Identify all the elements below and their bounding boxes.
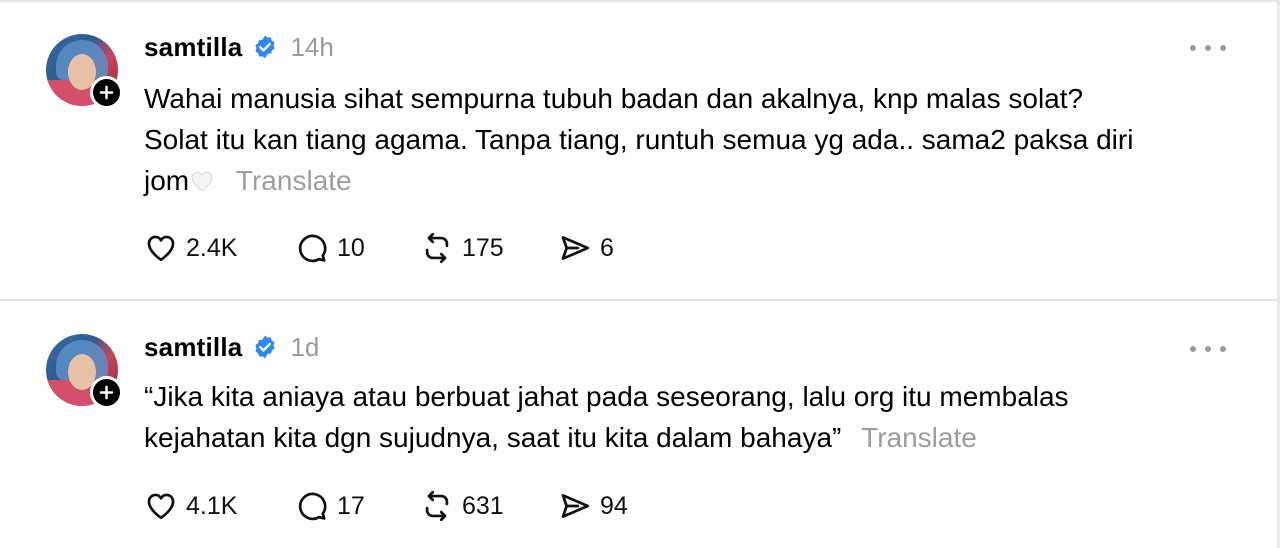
share-button[interactable]: 94 <box>558 489 628 523</box>
reply-count: 10 <box>337 233 365 262</box>
post-text-line: kejahatan kita dgn sujudnya, saat itu ki… <box>144 422 842 453</box>
like-count: 4.1K <box>186 491 238 520</box>
send-icon <box>561 494 590 518</box>
post-actions: 2.4K 10 175 6 <box>144 230 614 266</box>
post-text-line: jom <box>144 165 190 196</box>
verified-badge-icon <box>255 335 276 359</box>
comment-bubble-icon <box>298 492 327 521</box>
follow-button[interactable] <box>90 76 123 109</box>
white-heart-emoji <box>191 171 213 192</box>
threads-feed: samtilla 14h Wahai manusia sihat sempurn… <box>0 0 1280 548</box>
more-options-icon[interactable] <box>1190 42 1226 54</box>
avatar-container[interactable] <box>46 34 123 110</box>
translate-link[interactable]: Translate <box>861 422 977 453</box>
repost-button[interactable]: 175 <box>420 231 558 265</box>
post-text-last-line: kejahatan kita dgn sujudnya, saat itu ki… <box>144 417 1244 458</box>
post-timestamp[interactable]: 1d <box>290 332 319 363</box>
repost-icon <box>425 232 449 264</box>
reply-button[interactable]: 10 <box>295 231 420 265</box>
heart-icon <box>147 493 175 520</box>
post-card[interactable]: samtilla 14h Wahai manusia sihat sempurn… <box>0 0 1277 300</box>
verified-badge-icon <box>255 35 276 59</box>
repost-button[interactable]: 631 <box>420 489 558 523</box>
share-button[interactable]: 6 <box>558 231 614 265</box>
comment-bubble-icon <box>298 234 327 263</box>
repost-count: 175 <box>462 233 504 262</box>
like-button[interactable]: 4.1K <box>144 489 295 523</box>
heart-icon <box>147 235 175 262</box>
repost-count: 631 <box>462 491 504 520</box>
send-icon <box>561 236 590 260</box>
post-header: samtilla 14h <box>144 30 334 64</box>
like-count: 2.4K <box>186 233 238 262</box>
post-text: Wahai manusia sihat sempurna tubuh badan… <box>144 78 1244 201</box>
plus-icon <box>99 385 114 400</box>
repost-icon <box>425 490 449 522</box>
avatar-container[interactable] <box>46 334 123 410</box>
follow-button[interactable] <box>90 376 123 409</box>
share-count: 94 <box>600 491 628 520</box>
post-text-line: Solat itu kan tiang agama. Tanpa tiang, … <box>144 124 1134 155</box>
post-text-line: “Jika kita aniaya atau berbuat jahat pad… <box>144 381 1069 412</box>
post-header: samtilla 1d <box>144 330 319 364</box>
more-options-icon[interactable] <box>1190 343 1226 355</box>
reply-button[interactable]: 17 <box>295 489 420 523</box>
username[interactable]: samtilla <box>144 332 242 363</box>
post-text: “Jika kita aniaya atau berbuat jahat pad… <box>144 376 1244 458</box>
post-card[interactable]: samtilla 1d “Jika kita aniaya atau berbu… <box>0 301 1277 548</box>
like-button[interactable]: 2.4K <box>144 231 295 265</box>
reply-count: 17 <box>337 491 365 520</box>
username[interactable]: samtilla <box>144 32 242 63</box>
share-count: 6 <box>600 233 614 262</box>
post-actions: 4.1K 17 631 94 <box>144 488 628 524</box>
post-text-line: Wahai manusia sihat sempurna tubuh badan… <box>144 83 1084 114</box>
plus-icon <box>99 85 114 100</box>
translate-link[interactable]: Translate <box>236 165 352 196</box>
post-text-last-line: jom Translate <box>144 160 1244 201</box>
post-timestamp[interactable]: 14h <box>290 32 333 63</box>
